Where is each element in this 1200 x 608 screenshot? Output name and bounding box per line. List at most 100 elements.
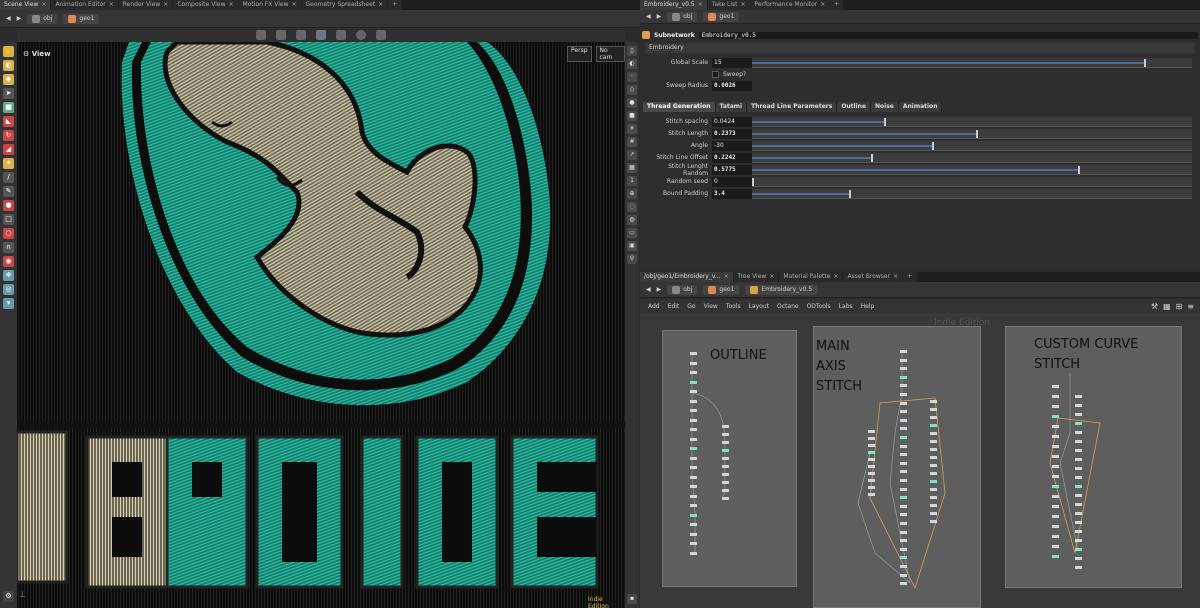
network-node[interactable] (930, 504, 937, 507)
network-node[interactable] (1052, 485, 1059, 488)
network-node[interactable] (1075, 467, 1082, 470)
bottom-icon[interactable]: ▪ (627, 594, 637, 604)
close-icon[interactable]: × (893, 272, 898, 282)
select-icon[interactable] (276, 30, 286, 40)
net-path-root[interactable]: obj (667, 284, 698, 295)
edit-icon[interactable]: ✎ (3, 186, 14, 197)
network-node[interactable] (1075, 530, 1082, 533)
network-node[interactable] (690, 352, 697, 355)
parm-path-node[interactable]: geo1 (703, 11, 740, 22)
tab-thread-line-parameters[interactable]: Thread Line Parameters (747, 102, 838, 112)
network-node[interactable] (1075, 557, 1082, 560)
isolate-icon[interactable]: ◍ (627, 215, 637, 225)
network-node[interactable] (1075, 503, 1082, 506)
network-node[interactable] (1075, 485, 1082, 488)
network-node[interactable] (930, 400, 937, 403)
close-icon[interactable]: × (724, 272, 729, 282)
pose-icon[interactable]: ◆ (3, 74, 14, 85)
stop-icon[interactable] (356, 30, 366, 40)
network-node[interactable] (900, 487, 907, 491)
wire-icon[interactable]: ◇ (627, 85, 637, 95)
network-node[interactable] (1052, 545, 1059, 548)
network-node[interactable] (690, 418, 697, 422)
close-icon[interactable]: × (163, 0, 168, 10)
add-tab-button[interactable]: + (903, 272, 918, 282)
parm-slider[interactable] (752, 116, 1192, 127)
points-icon[interactable]: · (627, 72, 637, 82)
global-scale-slider[interactable] (752, 57, 1192, 68)
light-icon[interactable]: ☀ (627, 124, 637, 134)
network-node[interactable] (1075, 422, 1082, 425)
network-node[interactable] (930, 432, 937, 435)
network-node[interactable] (690, 542, 697, 545)
network-node[interactable] (690, 532, 697, 536)
menu-item[interactable]: View (704, 303, 718, 310)
tab-tree-view[interactable]: Tree View × (733, 272, 780, 282)
path-node[interactable]: geo1 (63, 13, 100, 24)
sweep-checkbox[interactable] (712, 71, 719, 78)
parm-value-field[interactable]: 0.0424 (712, 116, 752, 127)
network-node[interactable] (722, 489, 729, 492)
camera-icon[interactable]: ▣ (627, 241, 637, 251)
close-icon[interactable]: × (292, 0, 297, 10)
wrench-icon[interactable]: ⚒ (1151, 302, 1158, 311)
network-node[interactable] (930, 480, 937, 483)
network-node[interactable] (868, 472, 875, 475)
slider-knob[interactable] (848, 189, 851, 198)
network-node[interactable] (900, 513, 907, 517)
network-node[interactable] (900, 496, 907, 500)
scale-icon[interactable]: ◢ (3, 144, 14, 155)
network-node[interactable] (690, 409, 697, 412)
network-node[interactable] (1075, 476, 1082, 479)
lock-icon[interactable]: ■ (3, 102, 14, 113)
add-tab-button[interactable]: + (388, 0, 403, 10)
network-node[interactable] (900, 530, 907, 534)
parm-slider[interactable] (752, 152, 1192, 163)
network-node[interactable] (868, 458, 875, 461)
network-node[interactable] (690, 504, 697, 507)
network-node[interactable] (1052, 425, 1059, 428)
menu-item[interactable]: Tools (726, 303, 741, 310)
network-node[interactable] (722, 433, 729, 436)
network-node[interactable] (690, 447, 697, 450)
camera-menu[interactable]: No cam (595, 46, 625, 62)
parm-slider[interactable] (752, 176, 1192, 187)
network-node[interactable] (900, 350, 907, 353)
network-node[interactable] (722, 497, 729, 500)
menu-item[interactable]: Labs (839, 303, 853, 310)
tab-asset-browser[interactable]: Asset Browser × (843, 272, 904, 282)
parm-value-field[interactable]: 0.2373 (712, 128, 752, 139)
sphere-icon[interactable]: ● (627, 98, 637, 108)
network-node[interactable] (930, 416, 937, 419)
folder-embroidery[interactable]: Embroidery (645, 43, 1195, 53)
tab-render-view[interactable]: Render View × (118, 0, 174, 10)
slider-knob[interactable] (752, 177, 754, 186)
network-node[interactable] (900, 375, 907, 379)
network-node[interactable] (1075, 494, 1082, 497)
network-node[interactable] (868, 437, 875, 440)
network-node[interactable] (930, 464, 937, 467)
record-icon[interactable]: ◉ (3, 256, 14, 267)
close-icon[interactable]: × (833, 272, 838, 282)
network-node[interactable] (900, 453, 907, 457)
network-node[interactable] (1075, 449, 1082, 452)
parm-slider[interactable] (752, 164, 1192, 175)
network-node[interactable] (1075, 521, 1082, 524)
back-icon[interactable]: ◀ (6, 15, 11, 22)
net-path-node[interactable]: geo1 (703, 284, 740, 295)
network-node[interactable] (1075, 458, 1082, 461)
net-path-sub[interactable]: Embroidery_v0.5 (745, 284, 818, 295)
network-node[interactable] (900, 384, 907, 388)
network-node[interactable] (1052, 415, 1059, 418)
network-node[interactable] (1052, 475, 1059, 478)
network-node[interactable] (1052, 385, 1059, 388)
network-node[interactable] (722, 441, 729, 444)
pin-icon[interactable]: ⚲ (627, 254, 637, 264)
node-name-field[interactable]: Embroidery_v0.5 (698, 31, 1198, 39)
slider-knob[interactable] (932, 141, 935, 150)
parm-value-field[interactable]: 3.4 (712, 188, 752, 199)
network-node[interactable] (1052, 405, 1059, 408)
close-icon[interactable]: × (109, 0, 114, 10)
menu-item[interactable]: Octane (777, 303, 799, 310)
network-node[interactable] (1075, 566, 1082, 569)
